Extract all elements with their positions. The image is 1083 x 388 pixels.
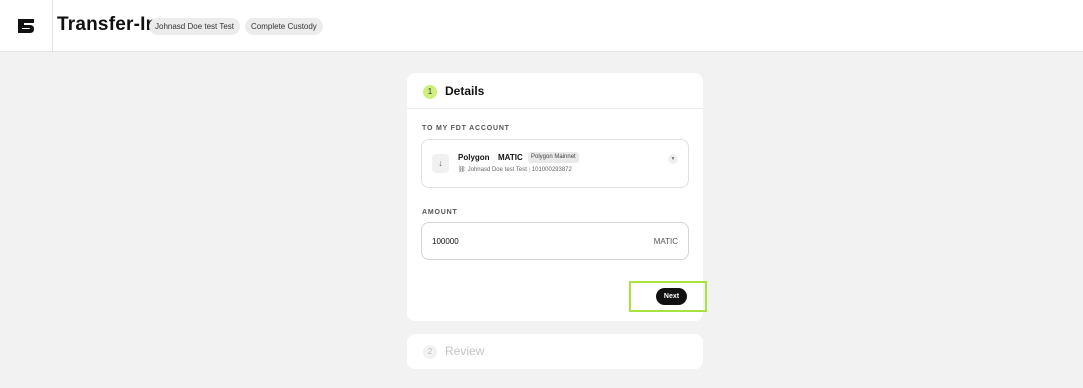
chain-badge: Polygon Mainnet [528,152,579,163]
account-selector[interactable]: ↓ Polygon MATIC Polygon Mainnet ⛓ Johnasd… [421,139,689,188]
account-holder-line: ⛓ Johnasd Doe test Test | 101000293872 [458,166,572,173]
account-asset: MATIC [498,153,523,162]
details-card-header: 1 Details [407,73,703,109]
next-button[interactable]: Next [656,288,687,305]
arrow-down-icon: ↓ [432,154,449,173]
top-bar: Transfer-In Johnasd Doe test Test Comple… [0,0,1083,52]
account-number: 101000293872 [531,167,572,173]
review-card[interactable]: 2 Review [407,334,703,369]
step-number-badge: 2 [423,345,437,359]
amount-input[interactable]: 100000 MATIC [421,222,689,260]
step-title: Review [445,344,485,358]
separator: | [528,167,531,173]
amount-value[interactable]: 100000 [432,237,459,246]
step-title: Details [445,84,485,98]
details-card: 1 Details TO MY FDT ACCOUNT ↓ Polygon MA… [407,73,707,321]
page-title: Transfer-In [57,14,158,35]
step-number-badge: 1 [423,85,437,99]
logo-column [0,0,53,52]
chevron-down-icon[interactable]: ▼ [668,154,678,164]
account-name-pill: Johnasd Doe test Test [149,18,241,35]
amount-label: AMOUNT [422,209,458,216]
to-account-label: TO MY FDT ACCOUNT [422,125,510,132]
fdt-logo-icon[interactable] [17,18,35,34]
link-icon: ⛓ [458,167,466,173]
amount-unit: MATIC [653,237,678,246]
account-type-pill: Complete Custody [245,18,323,35]
account-network: Polygon [458,153,490,162]
account-holder: Johnasd Doe test Test [467,167,527,173]
